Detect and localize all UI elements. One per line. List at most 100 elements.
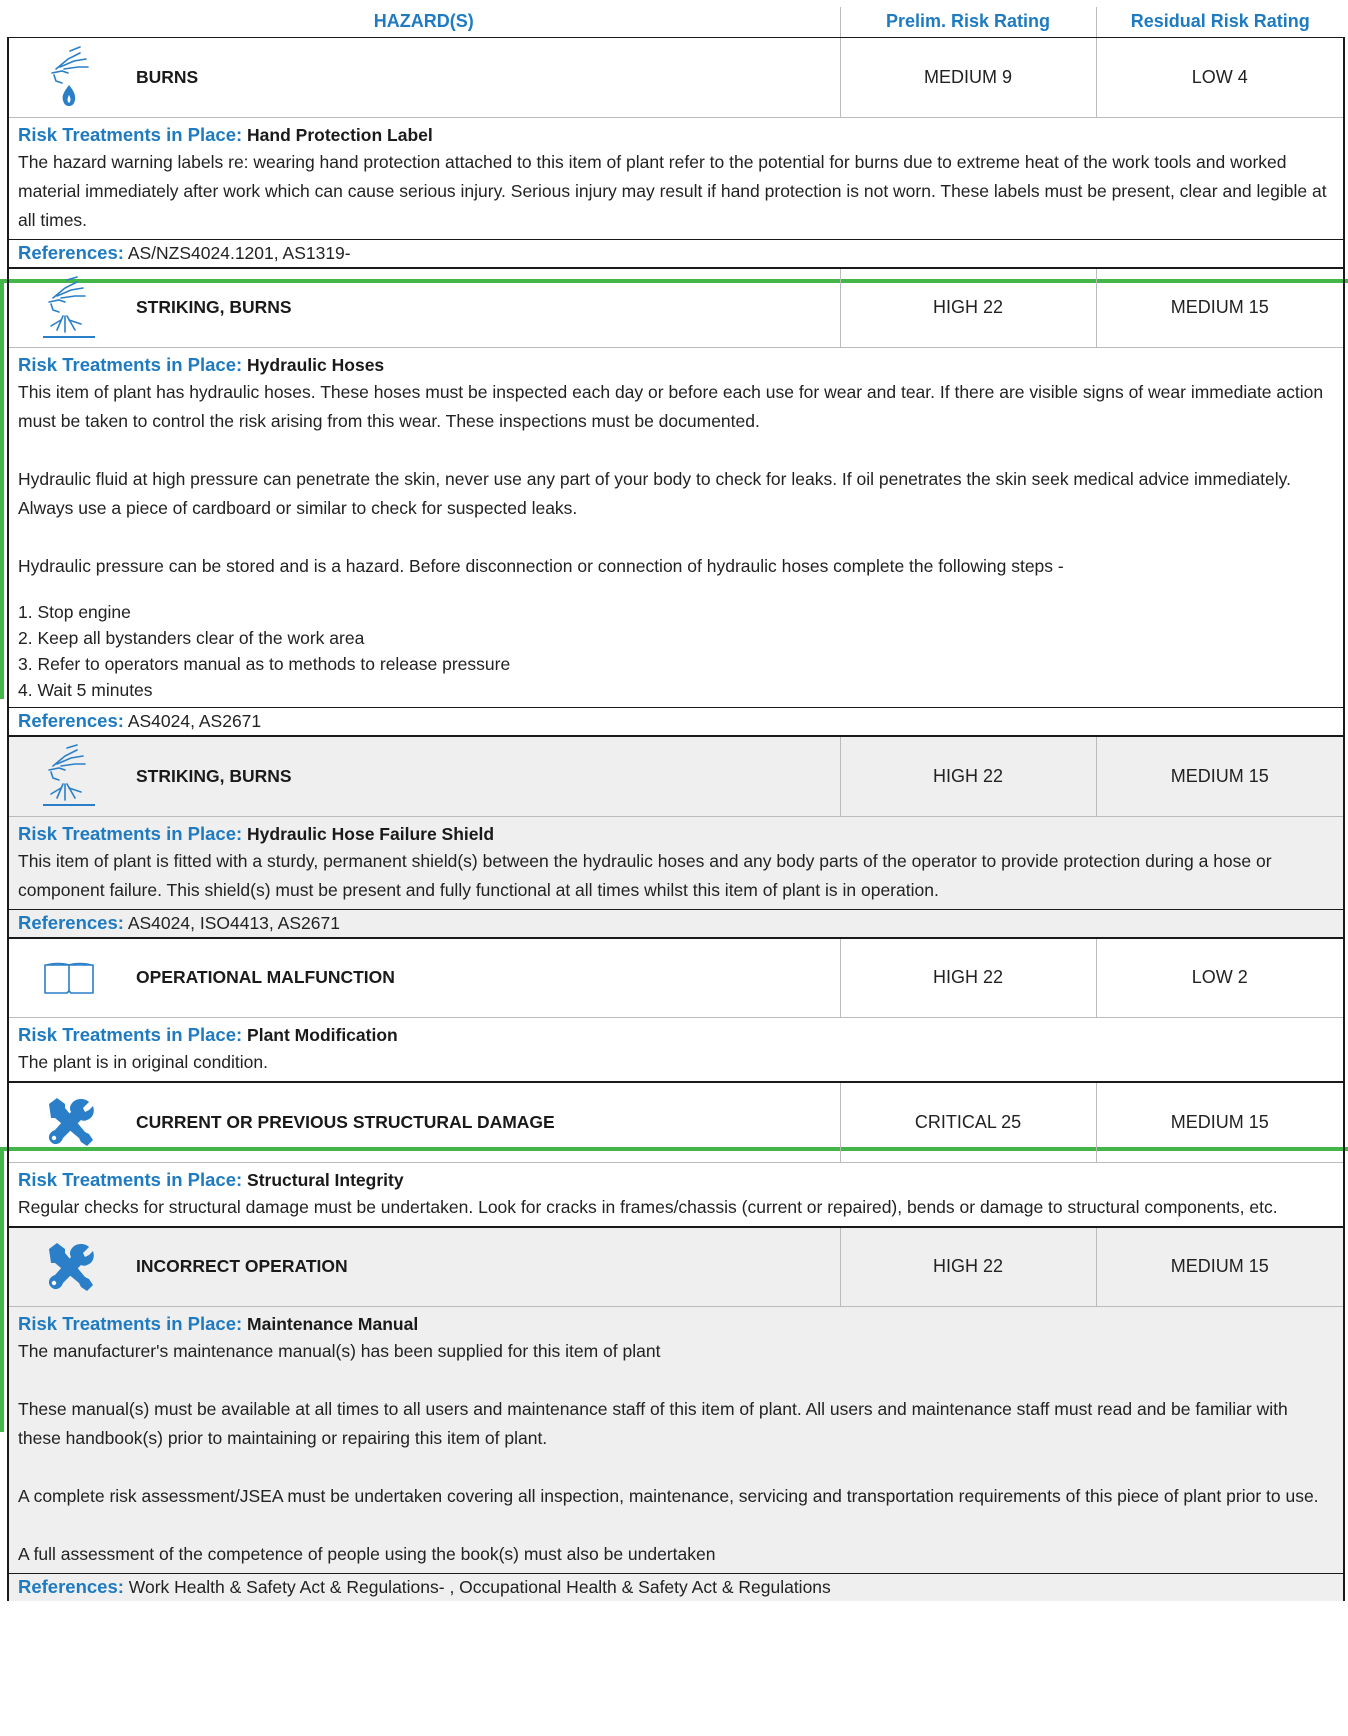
treatment-paragraph: These manual(s) must be available at all… xyxy=(18,1399,1288,1448)
treatment-paragraph: Hydraulic pressure can be stored and is … xyxy=(18,556,1064,576)
treatment-name: Maintenance Manual xyxy=(247,1314,419,1334)
hazard-name: CURRENT OR PREVIOUS STRUCTURAL DAMAGE xyxy=(128,1081,841,1163)
residual-rating: MEDIUM 15 xyxy=(1095,735,1345,817)
treatment-cell: Risk Treatments in Place: Maintenance Ma… xyxy=(8,1306,1345,1574)
prelim-rating-column-header: Prelim. Risk Rating xyxy=(839,7,1097,38)
treatment-paragraph: This item of plant has hydraulic hoses. … xyxy=(18,382,1324,431)
references-value: Work Health & Safety Act & Regulations- … xyxy=(128,1577,831,1597)
book-icon xyxy=(8,937,128,1018)
residual-rating: MEDIUM 15 xyxy=(1095,1081,1345,1163)
prelim-rating: HIGH 22 xyxy=(839,267,1097,348)
residual-rating: LOW 2 xyxy=(1095,937,1345,1018)
prelim-rating: HIGH 22 xyxy=(839,735,1097,817)
list-item: 4. Wait 5 minutes xyxy=(18,680,153,700)
treatment-heading: Risk Treatments in Place: Plant Modifica… xyxy=(18,1024,1334,1046)
treatment-paragraph: Hydraulic fluid at high pressure can pen… xyxy=(18,469,1291,518)
tools-icon xyxy=(8,1226,128,1307)
references-label: References: xyxy=(18,1576,124,1597)
treatments-label: Risk Treatments in Place: xyxy=(18,1168,243,1190)
treatment-heading: Risk Treatments in Place: Hand Protectio… xyxy=(18,124,1334,146)
hazard-name: INCORRECT OPERATION xyxy=(128,1226,841,1307)
hazard-row: CURRENT OR PREVIOUS STRUCTURAL DAMAGE CRI… xyxy=(8,1081,1345,1163)
references-row: References: AS4024, ISO4413, AS2671 xyxy=(8,908,1345,939)
hazard-name: STRIKING, BURNS xyxy=(128,267,841,348)
treatment-name: Hydraulic Hoses xyxy=(247,355,385,375)
hazard-row: STRIKING, BURNS HIGH 22 MEDIUM 15 xyxy=(8,735,1345,817)
residual-rating: MEDIUM 15 xyxy=(1095,1226,1345,1307)
references-row: References: AS/NZS4024.1201, AS1319- xyxy=(8,238,1345,269)
hazard-name: STRIKING, BURNS xyxy=(128,735,841,817)
hazards-column-header: HAZARD(S) xyxy=(8,7,841,38)
references-cell: References: Work Health & Safety Act & R… xyxy=(8,1573,1345,1601)
treatment-paragraph: The hazard warning labels re: wearing ha… xyxy=(18,151,1327,230)
treatment-heading: Risk Treatments in Place: Maintenance Ma… xyxy=(18,1313,1334,1335)
treatments-label: Risk Treatments in Place: xyxy=(18,822,243,844)
treatment-paragraph: The manufacturer's maintenance manual(s)… xyxy=(18,1341,661,1361)
treatments-label: Risk Treatments in Place: xyxy=(18,123,243,145)
treatment-row: Risk Treatments in Place: Hydraulic Hose… xyxy=(8,816,1345,909)
prelim-rating: HIGH 22 xyxy=(839,1226,1097,1307)
treatment-name: Plant Modification xyxy=(247,1025,398,1045)
treatment-paragraph: A complete risk assessment/JSEA must be … xyxy=(18,1486,1319,1506)
treatments-label: Risk Treatments in Place: xyxy=(18,1313,243,1334)
treatment-cell: Risk Treatments in Place: Hydraulic Hose… xyxy=(8,348,1344,708)
risk-assessment-page: HAZARD(S) Prelim. Risk Rating Residual R… xyxy=(0,0,1348,1736)
treatment-name: Structural Integrity xyxy=(247,1169,404,1190)
treatment-heading: Risk Treatments in Place: Hydraulic Hose… xyxy=(18,823,1334,845)
treatment-cell: Risk Treatments in Place: Plant Modifica… xyxy=(8,1017,1345,1083)
treatment-paragraph: This item of plant is fitted with a stur… xyxy=(18,850,1272,900)
references-label: References: xyxy=(18,241,124,263)
references-value: AS/NZS4024.1201, AS1319- xyxy=(127,242,351,263)
treatment-paragraph: The plant is in original condition. xyxy=(18,1052,269,1072)
list-item: 1. Stop engine xyxy=(18,602,131,622)
treatment-row: Risk Treatments in Place: Structural Int… xyxy=(8,1162,1345,1228)
residual-rating-column-header: Residual Risk Rating xyxy=(1095,7,1345,38)
treatment-row: Risk Treatments in Place: Hydraulic Hose… xyxy=(8,348,1344,708)
table-header: HAZARD(S) Prelim. Risk Rating Residual R… xyxy=(8,7,1345,38)
treatment-name: Hydraulic Hose Failure Shield xyxy=(247,823,495,844)
hand-burn-icon xyxy=(8,37,128,118)
steps-list: 1. Stop engine 2. Keep all bystanders cle… xyxy=(18,599,1334,703)
list-item: 2. Keep all bystanders clear of the work… xyxy=(18,628,365,648)
references-label: References: xyxy=(18,710,124,731)
treatment-row: Risk Treatments in Place: Plant Modifica… xyxy=(8,1017,1345,1083)
treatments-label: Risk Treatments in Place: xyxy=(18,1024,243,1045)
references-label: References: xyxy=(18,911,124,933)
green-marker-top-side xyxy=(0,279,4,699)
treatment-paragraph: A full assessment of the competence of p… xyxy=(18,1544,716,1564)
treatment-name: Hand Protection Label xyxy=(247,124,433,145)
hazard-name: BURNS xyxy=(128,37,841,118)
treatment-cell: Risk Treatments in Place: Hand Protectio… xyxy=(8,117,1344,239)
residual-rating: MEDIUM 15 xyxy=(1095,267,1345,348)
treatment-heading: Risk Treatments in Place: Hydraulic Hose… xyxy=(18,354,1334,376)
risk-table: HAZARD(S) Prelim. Risk Rating Residual R… xyxy=(7,7,1345,1601)
hand-spray-icon xyxy=(8,267,128,348)
tools-icon xyxy=(8,1081,128,1163)
references-row: References: AS4024, AS2671 xyxy=(8,707,1345,737)
hazard-row: STRIKING, BURNS HIGH 22 MEDIUM 15 xyxy=(8,267,1345,348)
residual-rating: LOW 4 xyxy=(1095,37,1345,118)
hand-spray-icon xyxy=(8,735,128,817)
hazard-row: OPERATIONAL MALFUNCTION HIGH 22 LOW 2 xyxy=(8,937,1345,1018)
treatments-label: Risk Treatments in Place: xyxy=(18,354,243,375)
treatment-row: Risk Treatments in Place: Hand Protectio… xyxy=(8,117,1344,239)
treatment-cell: Risk Treatments in Place: Structural Int… xyxy=(8,1162,1345,1228)
references-value: AS4024, ISO4413, AS2671 xyxy=(127,912,340,933)
prelim-rating: MEDIUM 9 xyxy=(839,37,1097,118)
treatment-cell: Risk Treatments in Place: Hydraulic Hose… xyxy=(8,816,1345,909)
references-cell: References: AS/NZS4024.1201, AS1319- xyxy=(8,238,1345,269)
treatment-heading: Risk Treatments in Place: Structural Int… xyxy=(18,1169,1334,1191)
treatment-paragraph: Regular checks for structural damage mus… xyxy=(18,1196,1278,1217)
hazard-name: OPERATIONAL MALFUNCTION xyxy=(128,937,841,1018)
references-row: References: Work Health & Safety Act & R… xyxy=(8,1573,1345,1601)
prelim-rating: CRITICAL 25 xyxy=(839,1081,1097,1163)
list-item: 3. Refer to operators manual as to metho… xyxy=(18,654,511,674)
green-marker-bottom-side xyxy=(0,1147,4,1432)
hazard-row: BURNS MEDIUM 9 LOW 4 xyxy=(8,37,1345,118)
